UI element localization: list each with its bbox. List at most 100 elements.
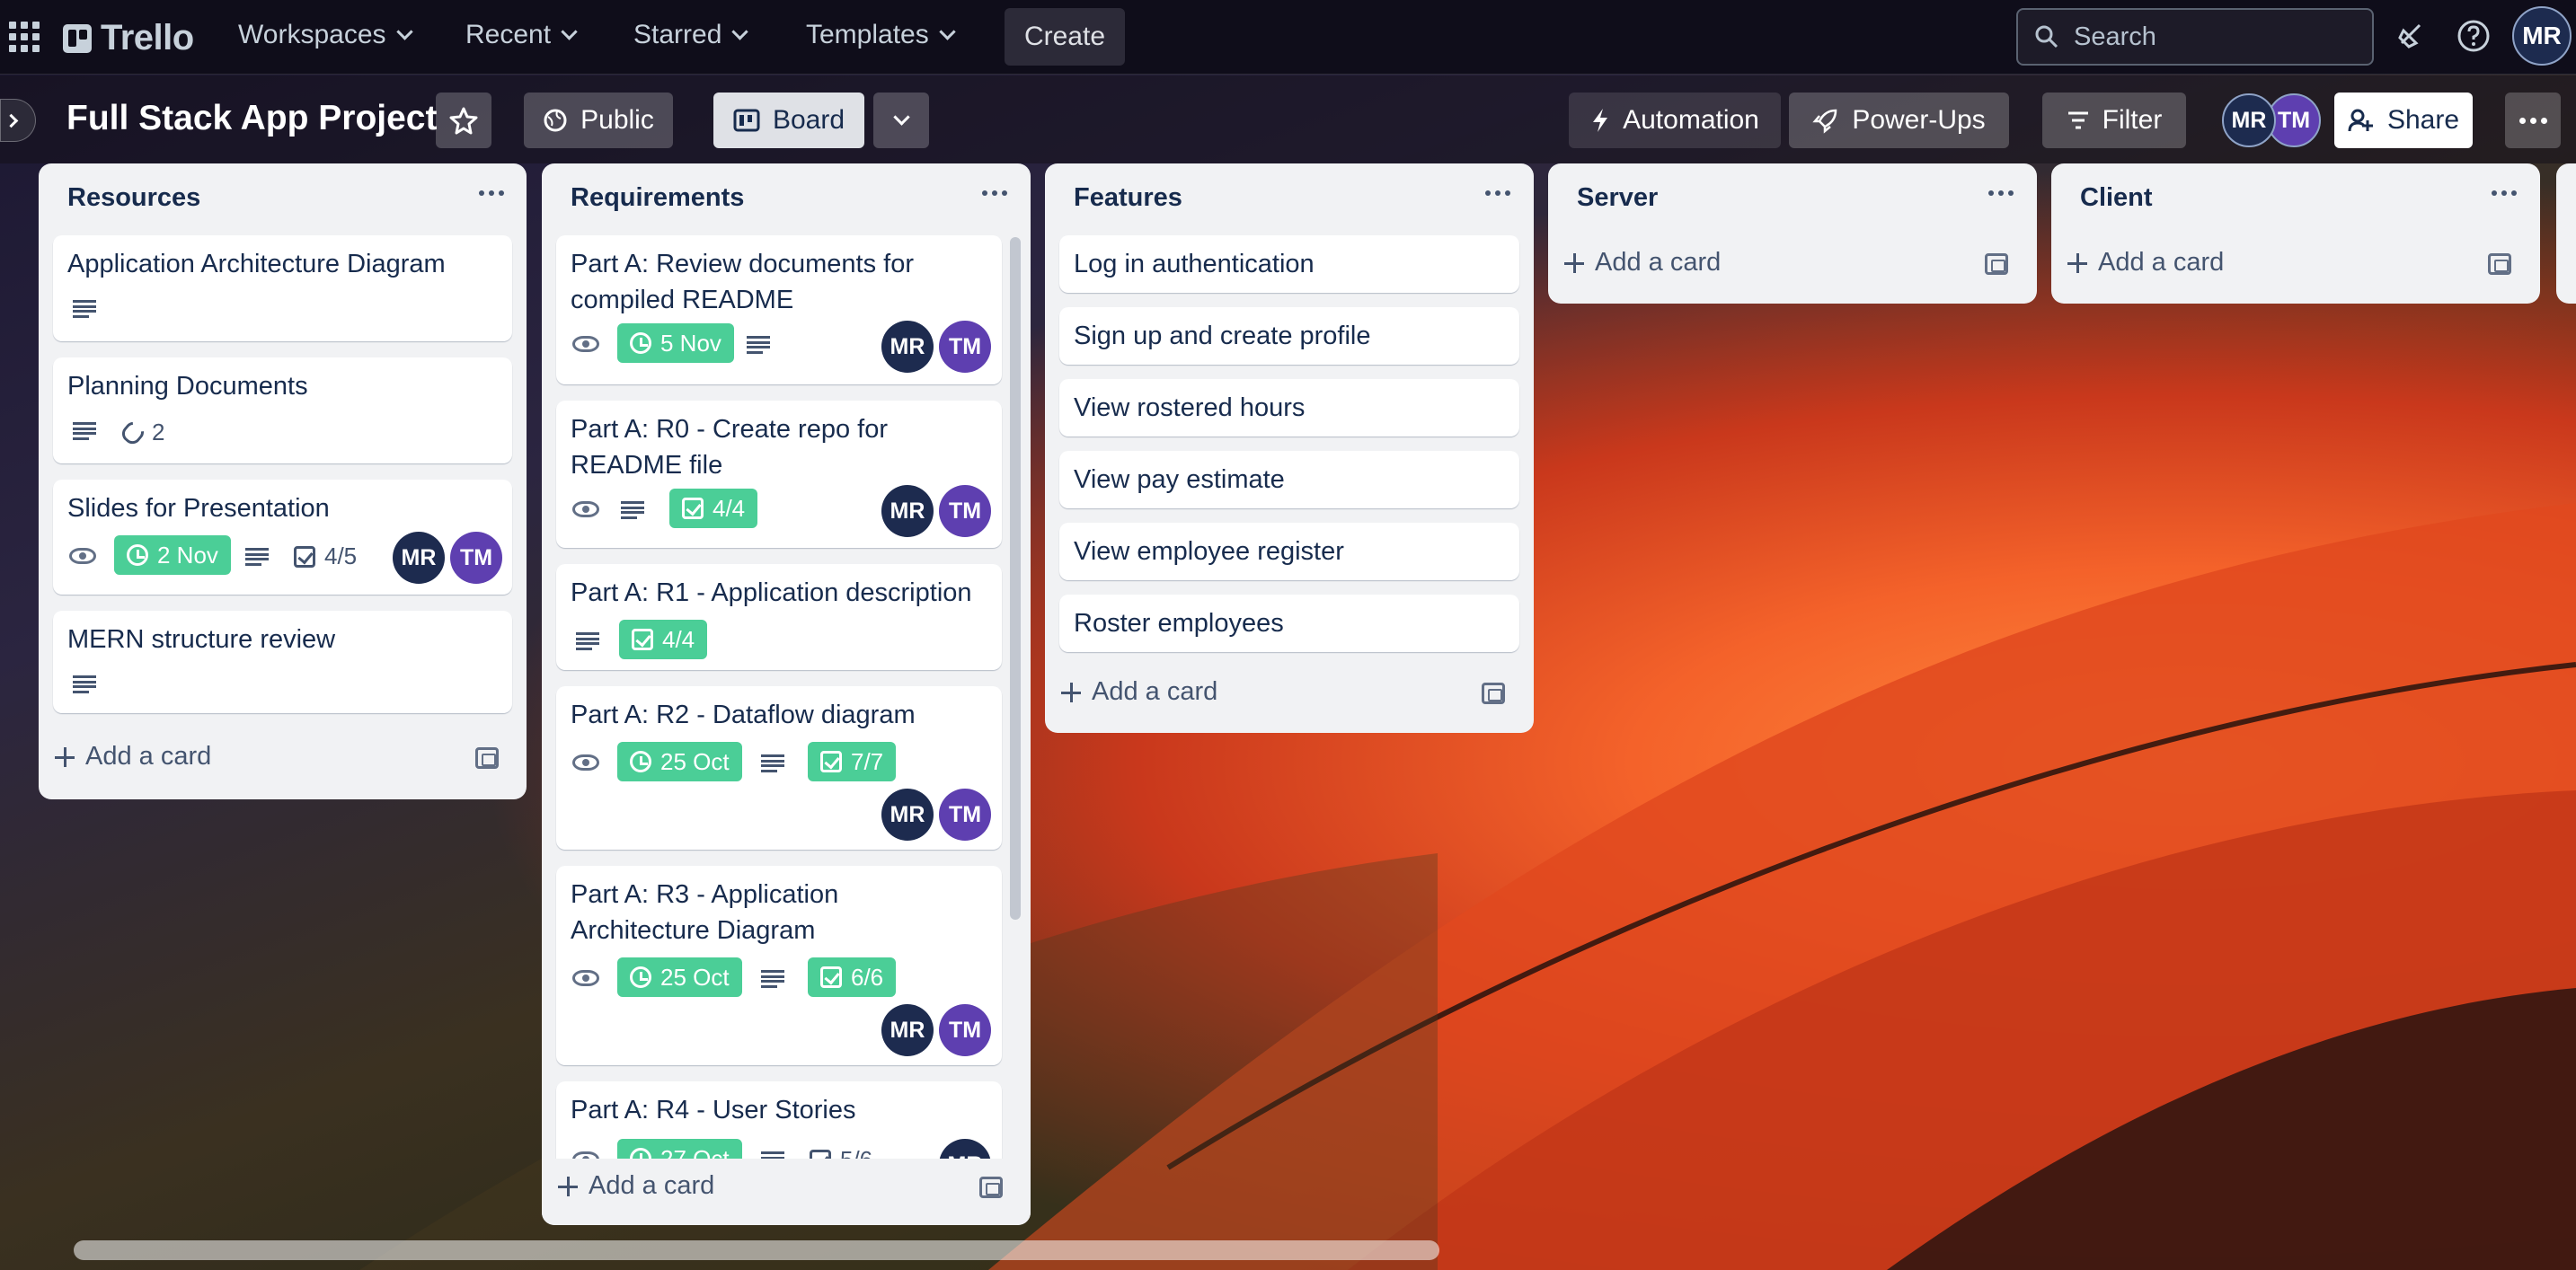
plus-icon [558,1176,578,1196]
list-scrollbar[interactable] [1010,237,1021,920]
card[interactable]: Part A: Review documents for compiled RE… [556,235,1002,384]
filter-button[interactable]: Filter [2042,93,2186,148]
card[interactable]: Part A: R0 - Create repo for README file… [556,401,1002,548]
card-template-icon[interactable] [1985,253,2008,275]
due-date-badge[interactable]: 25 Oct [617,957,742,997]
card[interactable]: View rostered hours [1059,379,1519,437]
list-menu-icon[interactable] [2492,190,2518,199]
help-icon[interactable] [2456,18,2492,54]
menu-templates[interactable]: Templates [806,20,956,50]
card-title: Part A: R3 - Application Architecture Di… [571,880,839,945]
list-title[interactable]: Features [1074,183,1182,213]
trello-logo[interactable]: Trello [63,18,194,58]
card[interactable]: Roster employees [1059,595,1519,652]
list-title[interactable]: Requirements [571,183,744,213]
search-input[interactable]: Search [2016,8,2374,66]
add-card-button[interactable]: Add a card [2067,248,2224,278]
board-menu-button[interactable] [2505,93,2561,148]
card-member-avatar[interactable]: TM [939,485,991,537]
user-avatar[interactable]: MR [2512,6,2572,66]
menu-recent[interactable]: Recent [465,20,578,50]
list-requirements: Requirements Part A: Review documents fo… [542,163,1031,1225]
automation-label: Automation [1623,105,1759,135]
list-menu-icon[interactable] [982,190,1009,199]
lightning-icon [1593,109,1608,132]
add-card-button[interactable]: Add a card [558,1171,714,1201]
card[interactable]: MERN structure review [53,611,512,713]
menu-starred[interactable]: Starred [633,20,749,50]
description-icon [621,501,644,519]
card[interactable]: Log in authentication [1059,235,1519,293]
plus-icon [1564,252,1584,273]
card-member-avatar[interactable]: MR [881,789,934,841]
list-title[interactable]: Resources [67,183,200,213]
board-view-button[interactable]: Board [713,93,864,148]
description-icon [576,632,599,650]
card-member-avatar[interactable]: MR [881,321,934,373]
menu-workspaces[interactable]: Workspaces [238,20,413,50]
power-ups-button[interactable]: Power-Ups [1789,93,2009,148]
card-template-icon[interactable] [979,1177,1003,1198]
card-member-avatar[interactable]: TM [939,1004,991,1056]
checklist-icon [682,498,704,519]
card-template-icon[interactable] [2488,253,2511,275]
checklist-count: 4/4 [662,625,695,653]
card[interactable]: View pay estimate [1059,451,1519,508]
due-date-badge[interactable]: 2 Nov [114,535,231,575]
plus-icon [55,746,75,767]
card[interactable]: Part A: R2 - Dataflow diagram 25 Oct 7/7… [556,686,1002,850]
add-card-button[interactable]: Add a card [1061,677,1217,707]
chevron-down-icon [939,22,956,40]
card[interactable]: Planning Documents 2 [53,357,512,463]
due-date-text: 5 Nov [660,329,721,357]
card-member-avatar[interactable]: TM [939,321,991,373]
list-title[interactable]: Client [2080,183,2153,213]
visibility-button[interactable]: Public [524,93,673,148]
card-member-avatar[interactable]: TM [450,532,502,584]
globe-icon [544,109,567,132]
card-member-avatar[interactable]: MR [881,1004,934,1056]
card-member-avatar[interactable]: MR [393,532,445,584]
due-date-badge[interactable]: 5 Nov [617,323,734,363]
list-menu-icon[interactable] [1988,190,2015,199]
card[interactable]: Sign up and create profile [1059,307,1519,365]
board-title[interactable]: Full Stack App Project [66,99,437,138]
create-button[interactable]: Create [1005,8,1125,66]
card[interactable]: Part A: R1 - Application description 4/4 [556,564,1002,670]
board-horizontal-scrollbar[interactable] [74,1240,1439,1260]
card-title: Part A: R1 - Application description [571,578,972,607]
description-icon [761,970,784,988]
star-board-button[interactable] [436,93,491,148]
description-icon [761,754,784,772]
card[interactable]: View employee register [1059,523,1519,580]
add-card-button[interactable]: Add a card [55,742,211,772]
list-menu-icon[interactable] [479,190,506,199]
list-menu-icon[interactable] [1485,190,1512,199]
clock-icon [630,751,651,772]
notifications-icon[interactable] [2393,18,2429,54]
visibility-label: Public [580,105,654,135]
filter-label: Filter [2102,105,2163,135]
checklist-complete-badge: 4/4 [669,489,758,528]
description-icon [73,300,96,318]
member-avatar-mr[interactable]: MR [2222,93,2276,147]
due-date-badge[interactable]: 25 Oct [617,742,742,781]
card-title: Part A: R0 - Create repo for README file [571,415,888,480]
card-member-avatar[interactable]: TM [939,789,991,841]
share-button[interactable]: Share [2334,93,2473,148]
card-title: Planning Documents [67,372,308,401]
app-switcher-icon[interactable] [9,22,40,52]
card[interactable]: Part A: R3 - Application Architecture Di… [556,866,1002,1065]
menu-recent-label: Recent [465,20,552,49]
card[interactable]: Slides for Presentation 2 Nov 4/5 MR TM [53,480,512,595]
automation-button[interactable]: Automation [1569,93,1781,148]
add-card-button[interactable]: Add a card [1564,248,1721,278]
list-features: Features Log in authentication Sign up a… [1045,163,1534,733]
due-date-text: 2 Nov [157,541,218,569]
view-switcher-button[interactable] [873,93,929,148]
card-template-icon[interactable] [1482,683,1505,704]
card[interactable]: Application Architecture Diagram [53,235,512,341]
card-member-avatar[interactable]: MR [881,485,934,537]
card-template-icon[interactable] [475,747,499,769]
list-title[interactable]: Server [1577,183,1658,213]
